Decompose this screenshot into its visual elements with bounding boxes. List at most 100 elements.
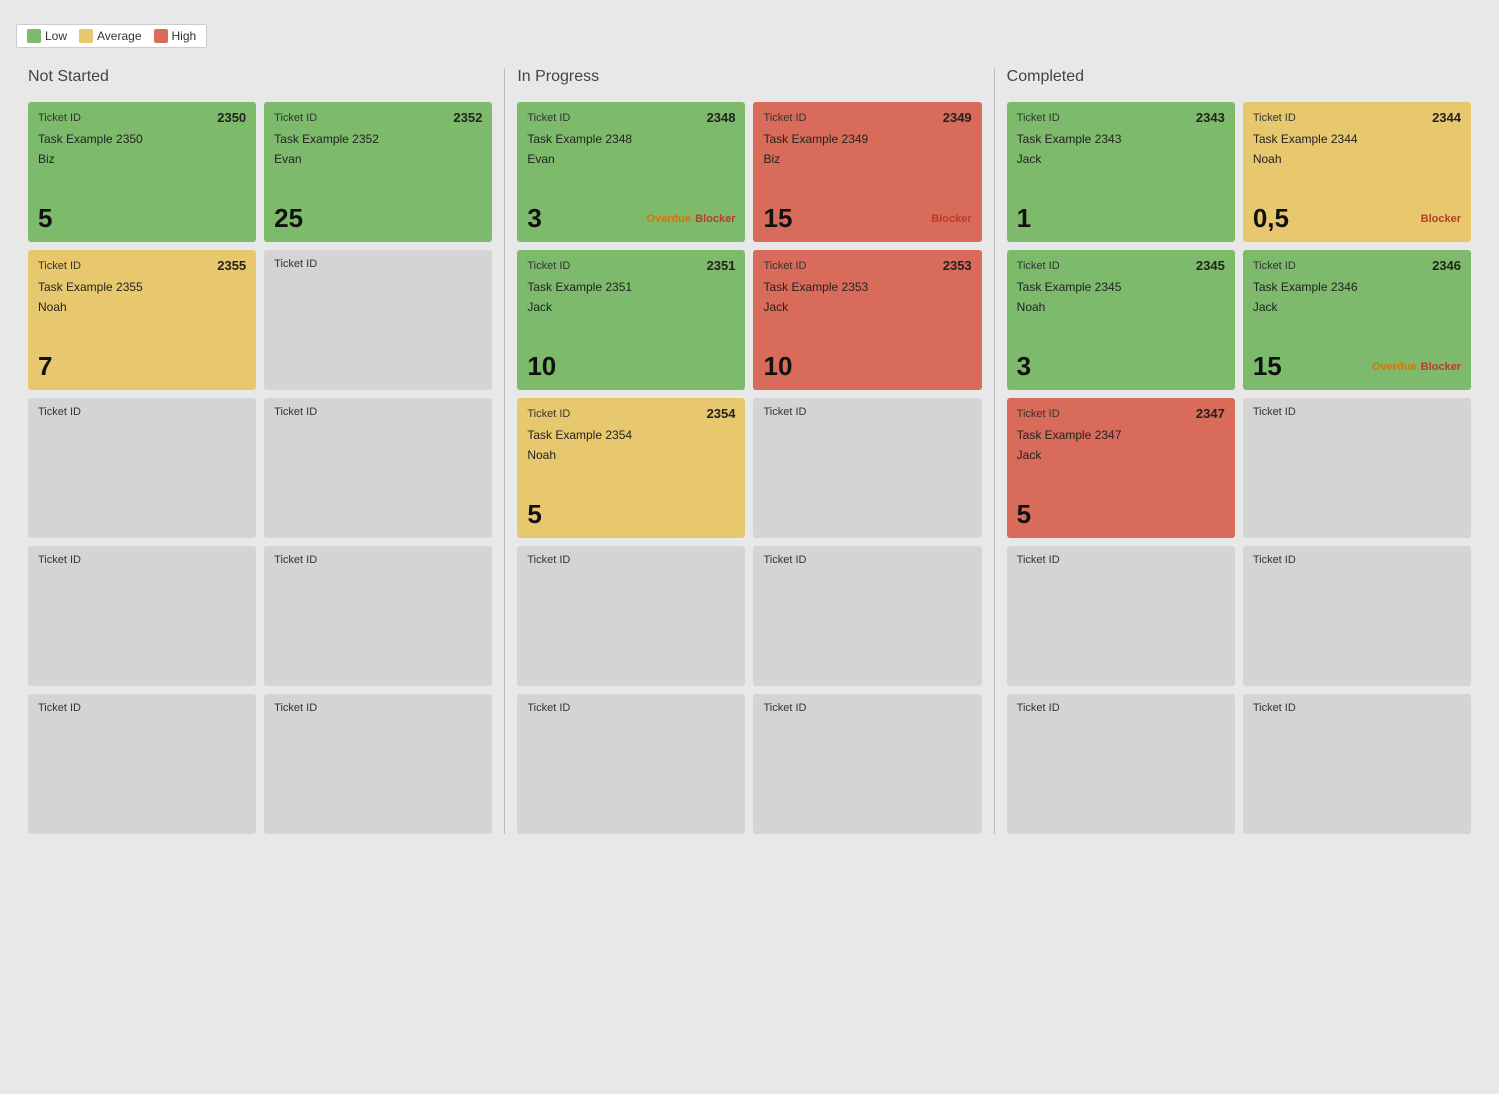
ticket-id-label: Ticket ID: [527, 260, 570, 272]
card-2345[interactable]: Ticket ID2345Task Example 2345Noah3: [1007, 250, 1235, 390]
card-assignee: Evan: [274, 152, 482, 166]
card-header: Ticket ID 2346: [1253, 258, 1461, 273]
tag-overdue: Overdue: [1372, 361, 1417, 373]
ticket-id-value: 2350: [217, 110, 246, 125]
ticket-id-label-empty: Ticket ID: [763, 406, 806, 418]
card-header-empty: Ticket ID: [527, 554, 735, 566]
card-2348[interactable]: Ticket ID 2348 Task Example 2348 Evan 3 Overd…: [517, 102, 745, 242]
card-2350[interactable]: Ticket ID2350Task Example 2350Biz5: [28, 102, 256, 242]
card-2347[interactable]: Ticket ID2347Task Example 2347Jack5: [1007, 398, 1235, 538]
card-in-progress-empty-9: Ticket ID: [753, 694, 981, 834]
card-header: Ticket ID 2348: [527, 110, 735, 125]
cards-grid-completed: Ticket ID2343Task Example 2343Jack1Ticke…: [1007, 102, 1471, 834]
ticket-id-label-empty: Ticket ID: [274, 258, 317, 270]
card-number: 3: [527, 203, 541, 234]
card-not-started-empty-5: Ticket ID: [264, 398, 492, 538]
card-footer: 15OverdueBlocker: [1253, 351, 1461, 382]
card-header: Ticket ID2351: [527, 258, 735, 273]
ticket-id-label: Ticket ID: [1253, 260, 1296, 272]
legend-item-low: Low: [27, 29, 67, 43]
card-assignee: Evan: [527, 152, 735, 166]
card-2354[interactable]: Ticket ID2354Task Example 2354Noah5: [517, 398, 745, 538]
card-number: 1: [1017, 203, 1031, 234]
card-title: Task Example 2348: [527, 131, 735, 148]
ticket-id-label-empty: Ticket ID: [1017, 702, 1060, 714]
card-header: Ticket ID2349: [763, 110, 971, 125]
ticket-id-value: 2348: [707, 110, 736, 125]
section-not-started: Not StartedTicket ID2350Task Example 235…: [16, 68, 505, 834]
card-assignee: Noah: [527, 448, 735, 462]
card-number: 15: [763, 203, 792, 234]
tag-blocker: Blocker: [1421, 213, 1461, 225]
card-header-empty: Ticket ID: [274, 406, 482, 418]
card-2343[interactable]: Ticket ID2343Task Example 2343Jack1: [1007, 102, 1235, 242]
card-2346[interactable]: Ticket ID2346Task Example 2346Jack15Over…: [1243, 250, 1471, 390]
ticket-id-label: Ticket ID: [274, 112, 317, 124]
card-header-empty: Ticket ID: [274, 554, 482, 566]
card-header: Ticket ID 2350: [38, 110, 246, 125]
card-2353[interactable]: Ticket ID2353Task Example 2353Jack10: [753, 250, 981, 390]
card-tags: OverdueBlocker: [646, 213, 735, 225]
ticket-id-value: 2347: [1196, 406, 1225, 421]
card-number: 7: [38, 351, 52, 382]
card-header-empty: Ticket ID: [1253, 406, 1461, 418]
section-title-completed: Completed: [1007, 68, 1471, 90]
card-footer: 1: [1017, 203, 1225, 234]
legend-label-low: Low: [45, 29, 67, 43]
cards-grid-in-progress: Ticket ID 2348 Task Example 2348 Evan 3 Overd…: [517, 102, 981, 834]
ticket-id-label-empty: Ticket ID: [38, 406, 81, 418]
card-footer: 0,5Blocker: [1253, 203, 1461, 234]
card-header: Ticket ID2344: [1253, 110, 1461, 125]
card-completed-empty-6: Ticket ID: [1007, 546, 1235, 686]
card-tags: Blocker: [1421, 213, 1461, 225]
card-header: Ticket ID2343: [1017, 110, 1225, 125]
ticket-id-label: Ticket ID: [38, 112, 81, 124]
card-footer: 5: [527, 499, 735, 530]
ticket-id-label: Ticket ID: [1017, 408, 1060, 420]
card-in-progress-empty-5: Ticket ID: [753, 398, 981, 538]
card-title: Task Example 2347: [1017, 427, 1225, 444]
card-title: Task Example 2354: [527, 427, 735, 444]
card-assignee: Noah: [1017, 300, 1225, 314]
card-not-started-empty-4: Ticket ID: [28, 398, 256, 538]
legend: LowAverageHigh: [16, 24, 207, 48]
card-header: Ticket ID2352: [274, 110, 482, 125]
card-completed-empty-9: Ticket ID: [1243, 694, 1471, 834]
ticket-id-value: 2343: [1196, 110, 1225, 125]
card-footer: 5: [38, 203, 246, 234]
legend-color-average: [79, 29, 93, 43]
card-not-started-empty-6: Ticket ID: [28, 546, 256, 686]
card-2351[interactable]: Ticket ID2351Task Example 2351Jack10: [517, 250, 745, 390]
card-number: 10: [763, 351, 792, 382]
card-2355[interactable]: Ticket ID2355Task Example 2355Noah7: [28, 250, 256, 390]
card-2349[interactable]: Ticket ID2349Task Example 2349Biz15Block…: [753, 102, 981, 242]
card-header-empty: Ticket ID: [1253, 702, 1461, 714]
card-tags: Blocker: [931, 213, 971, 225]
card-number: 5: [1017, 499, 1031, 530]
legend-item-high: High: [154, 29, 197, 43]
card-title: Task Example 2353: [763, 279, 971, 296]
ticket-id-value: 2349: [943, 110, 972, 125]
card-header-empty: Ticket ID: [274, 702, 482, 714]
ticket-id-label: Ticket ID: [527, 112, 570, 124]
ticket-id-value: 2354: [707, 406, 736, 421]
card-completed-empty-8: Ticket ID: [1007, 694, 1235, 834]
ticket-id-label-empty: Ticket ID: [1253, 554, 1296, 566]
ticket-id-label-empty: Ticket ID: [1253, 702, 1296, 714]
card-header-empty: Ticket ID: [38, 702, 246, 714]
legend-label-high: High: [172, 29, 197, 43]
card-header-empty: Ticket ID: [763, 554, 971, 566]
card-2344[interactable]: Ticket ID2344Task Example 2344Noah0,5Blo…: [1243, 102, 1471, 242]
ticket-id-value: 2346: [1432, 258, 1461, 273]
card-number: 15: [1253, 351, 1282, 382]
card-footer: 25: [274, 203, 482, 234]
card-2352[interactable]: Ticket ID2352Task Example 2352Evan25: [264, 102, 492, 242]
ticket-id-label-empty: Ticket ID: [38, 702, 81, 714]
card-not-started-empty-7: Ticket ID: [264, 546, 492, 686]
card-title: Task Example 2349: [763, 131, 971, 148]
card-not-started-empty-8: Ticket ID: [28, 694, 256, 834]
card-header-empty: Ticket ID: [38, 554, 246, 566]
ticket-id-value: 2353: [943, 258, 972, 273]
board-container: Not StartedTicket ID2350Task Example 235…: [16, 68, 1483, 834]
cards-grid-not-started: Ticket ID2350Task Example 2350Biz5Ticket…: [28, 102, 492, 834]
